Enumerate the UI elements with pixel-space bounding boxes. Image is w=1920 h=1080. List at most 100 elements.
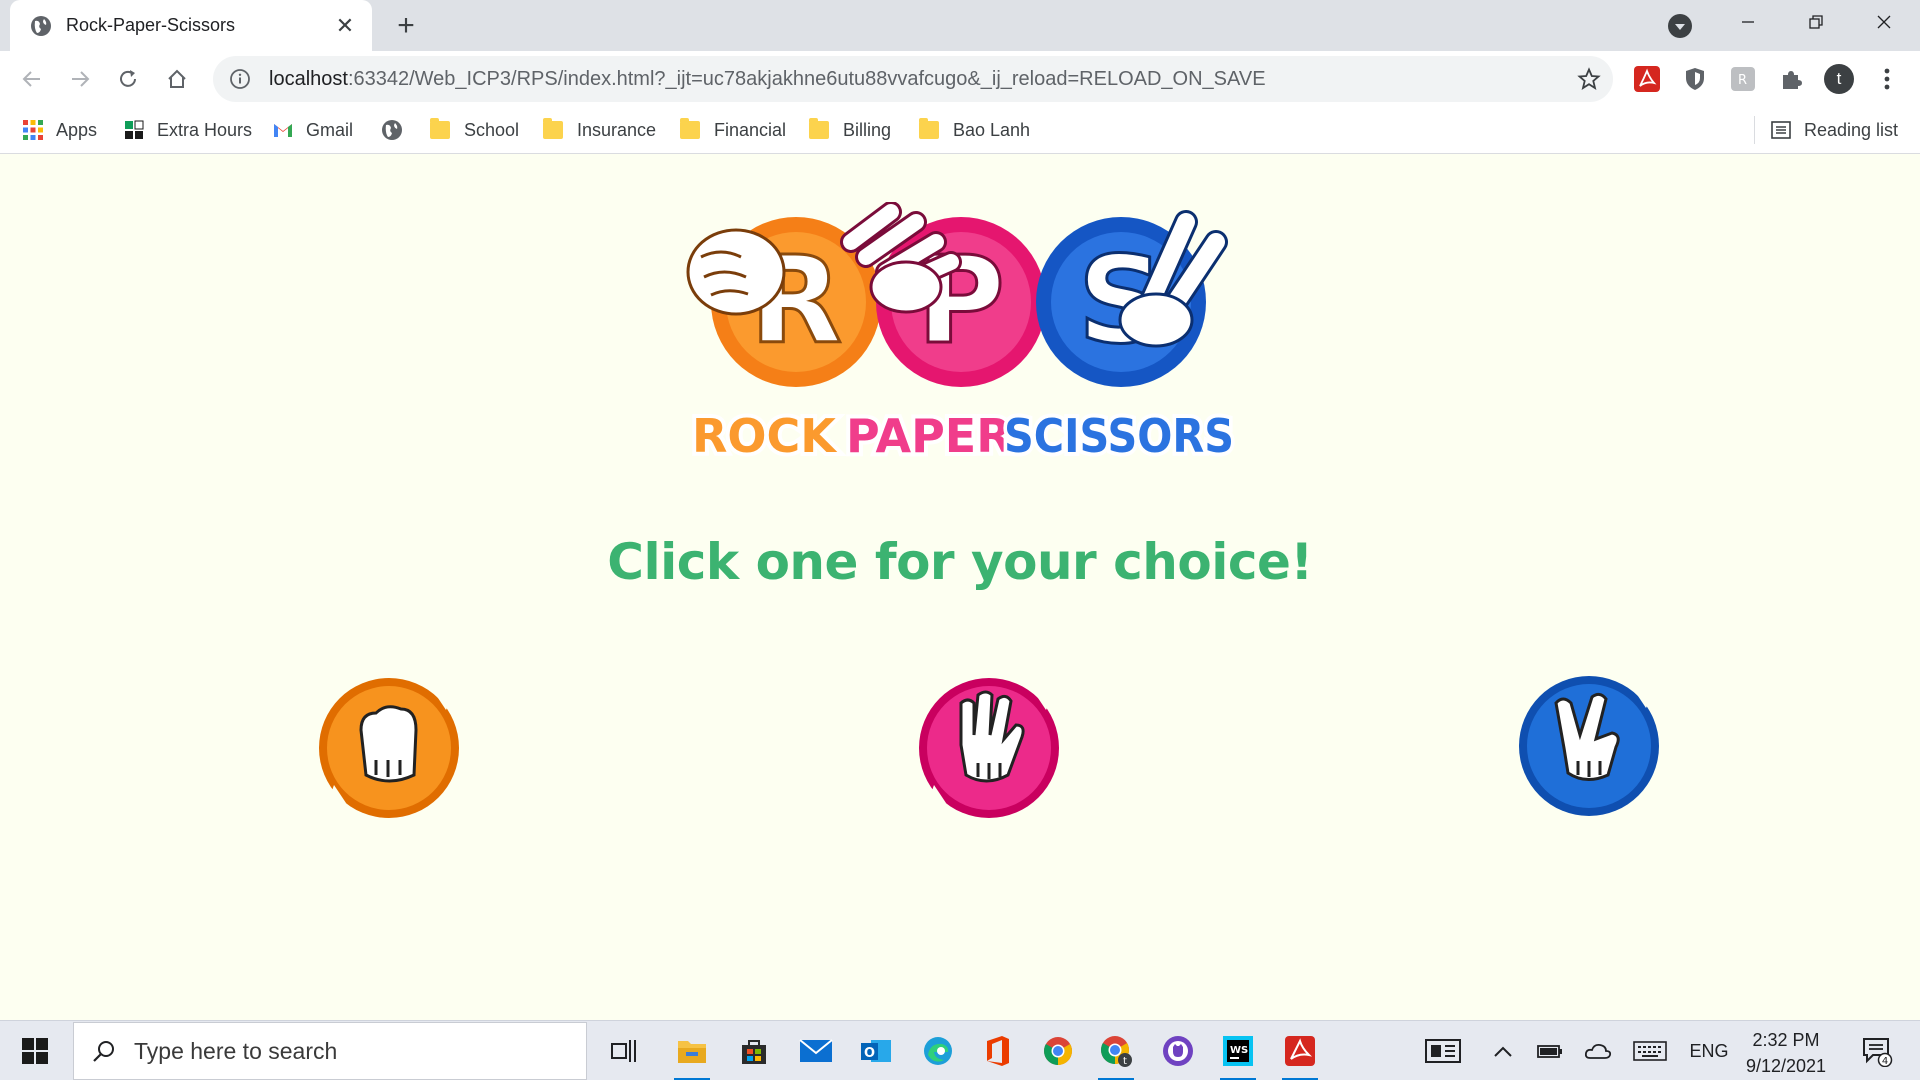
bookmark-folder-bao-lanh[interactable]: Bao Lanh <box>919 115 1030 145</box>
bookmark-label: Financial <box>714 119 787 140</box>
notification-count: 4 <box>1882 1056 1888 1067</box>
chrome-profile-button[interactable]: t <box>1092 1027 1140 1080</box>
office-button[interactable] <box>974 1027 1022 1075</box>
bookmark-star-icon[interactable] <box>1577 67 1601 91</box>
svg-text:WS: WS <box>1230 1045 1248 1056</box>
taskbar-search-box[interactable]: Type here to search <box>73 1022 587 1080</box>
store-button[interactable] <box>730 1027 778 1075</box>
chrome-icon <box>1044 1037 1072 1065</box>
reading-list-icon <box>1771 121 1791 139</box>
onedrive-button[interactable] <box>1582 1021 1614 1080</box>
battery-button[interactable] <box>1534 1021 1566 1080</box>
home-button[interactable] <box>160 62 194 96</box>
webstorm-button[interactable]: WS <box>1214 1027 1262 1080</box>
apps-grid-icon <box>23 120 43 140</box>
chrome-button[interactable] <box>1034 1027 1082 1075</box>
globe-icon <box>31 15 51 36</box>
address-bar[interactable]: localhost:63342/Web_ICP3/RPS/index.html?… <box>213 56 1613 102</box>
translate-extension-icon[interactable]: R <box>1726 62 1760 96</box>
bookmark-folder-financial[interactable]: Financial <box>680 115 786 145</box>
bookmark-apps[interactable]: Apps <box>22 115 97 145</box>
news-widget-button[interactable] <box>1418 1021 1468 1080</box>
bookmark-folder-insurance[interactable]: Insurance <box>543 115 656 145</box>
forward-button[interactable] <box>63 62 97 96</box>
folder-icon <box>543 118 565 141</box>
browser-toolbar: localhost:63342/Web_ICP3/RPS/index.html?… <box>0 51 1920 106</box>
action-center-button[interactable]: 4 <box>1852 1021 1902 1080</box>
reading-list-button[interactable]: Reading list <box>1770 115 1898 145</box>
outlook-button[interactable]: O <box>852 1027 900 1075</box>
info-icon[interactable] <box>229 68 251 90</box>
touch-keyboard-button[interactable] <box>1630 1021 1670 1080</box>
paper-choice-button[interactable] <box>916 675 1062 821</box>
bookmark-folder-school[interactable]: School <box>430 115 519 145</box>
news-icon <box>1425 1039 1461 1063</box>
bookmark-extra-hours[interactable]: Extra Hours <box>123 115 252 145</box>
tab-strip: Rock-Paper-Scissors ✕ + <box>0 0 1920 51</box>
kebab-menu-icon[interactable] <box>1870 62 1904 96</box>
tab-search-icon[interactable] <box>1668 14 1692 38</box>
bookmark-gmail[interactable]: Gmail <box>272 115 353 145</box>
edge-button[interactable] <box>914 1027 962 1075</box>
bookmark-folder-billing[interactable]: Billing <box>809 115 891 145</box>
task-view-icon <box>611 1040 636 1062</box>
logo-word-scissors: SCISSORS <box>1004 409 1234 463</box>
tab-title: Rock-Paper-Scissors <box>66 15 236 35</box>
browser-tab[interactable]: Rock-Paper-Scissors ✕ <box>10 0 372 51</box>
office-icon <box>987 1036 1009 1066</box>
bookmark-label: School <box>464 119 520 140</box>
back-button[interactable] <box>15 62 49 96</box>
rock-choice-button[interactable] <box>316 675 462 821</box>
logo-word-paper: PAPER <box>846 409 1012 463</box>
acrobat-icon <box>1285 1036 1315 1066</box>
acrobat-extension-icon[interactable] <box>1630 62 1664 96</box>
folder-icon <box>809 118 831 141</box>
battery-icon <box>1537 1045 1562 1058</box>
chrome-profile-icon: t <box>1101 1036 1132 1067</box>
close-window-button[interactable] <box>1850 0 1918 44</box>
profile-avatar[interactable]: t <box>1822 62 1856 96</box>
bookmark-label: Bao Lanh <box>953 119 1031 140</box>
page-heading: Click one for your choice! <box>607 533 1313 591</box>
system-clock[interactable]: 2:32 PM 9/12/2021 <box>1720 1027 1852 1079</box>
start-button[interactable] <box>0 1021 70 1080</box>
reload-button[interactable] <box>111 62 145 96</box>
folder-icon <box>919 118 941 141</box>
task-view-button[interactable] <box>600 1027 648 1075</box>
mail-button[interactable] <box>792 1027 840 1075</box>
minimize-button[interactable] <box>1714 0 1782 44</box>
file-explorer-button[interactable] <box>668 1027 716 1080</box>
puzzle-extensions-icon[interactable] <box>1774 62 1808 96</box>
fist-icon <box>686 228 786 316</box>
bookmark-label: Apps <box>56 119 98 140</box>
windows-taskbar: Type here to search O t WS ENG 2:32 PM 9… <box>0 1020 1920 1080</box>
logo-word-rock: ROCK <box>692 409 838 463</box>
bookmark-globe[interactable] <box>381 115 415 145</box>
github-desktop-button[interactable] <box>1154 1027 1202 1075</box>
mail-icon <box>799 1039 833 1062</box>
scissors-choice-button[interactable] <box>1516 673 1662 819</box>
arrow-right-icon <box>72 71 90 87</box>
acrobat-button[interactable] <box>1276 1027 1324 1080</box>
svg-text:O: O <box>864 1046 875 1061</box>
bookmark-label: Extra Hours <box>157 119 253 140</box>
tab-close-icon[interactable]: ✕ <box>332 13 358 39</box>
folder-icon <box>680 118 702 141</box>
bookmark-label: Gmail <box>306 119 354 140</box>
url-text[interactable]: localhost:63342/Web_ICP3/RPS/index.html?… <box>269 68 1266 91</box>
bookmark-label: Billing <box>843 119 892 140</box>
svg-text:t: t <box>1123 1056 1127 1067</box>
svg-text:R: R <box>1738 73 1747 88</box>
restore-button[interactable] <box>1782 0 1850 44</box>
shield-extension-icon[interactable] <box>1678 62 1712 96</box>
bookmark-separator <box>1754 116 1755 144</box>
arrow-left-icon <box>22 71 40 87</box>
clock-date: 9/12/2021 <box>1745 1056 1827 1076</box>
show-hidden-icons-button[interactable] <box>1488 1021 1518 1080</box>
new-tab-button[interactable]: + <box>390 9 422 42</box>
notification-icon: 4 <box>1863 1038 1893 1067</box>
rps-logo: R P S ROCK PAPER SCISSORS <box>676 202 1243 478</box>
chevron-up-icon <box>1494 1046 1512 1057</box>
reading-list-label: Reading list <box>1804 119 1899 140</box>
bookmark-label: Insurance <box>577 119 657 140</box>
